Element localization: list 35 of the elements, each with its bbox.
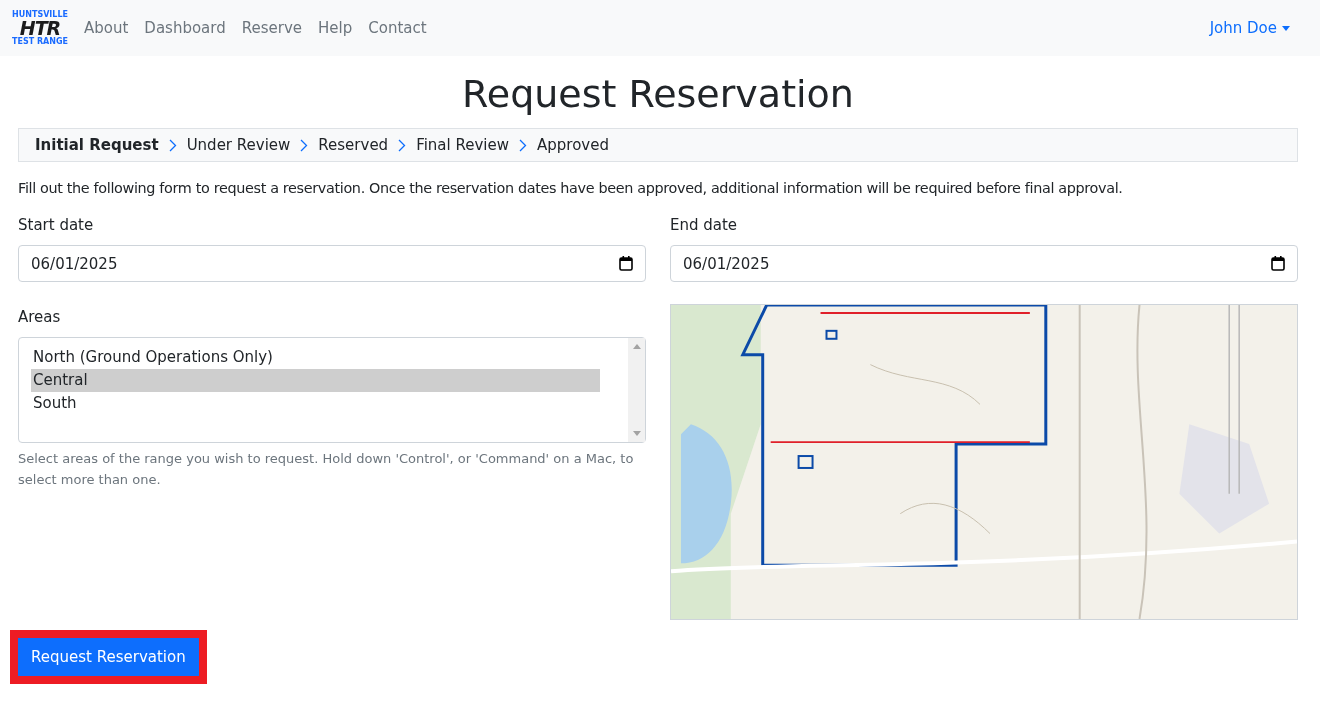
list-option[interactable]: North (Ground Operations Only) [31,346,600,369]
page-title: Request Reservation [461,72,855,116]
nav-link[interactable]: Contact [368,19,427,37]
step: Final Review [416,136,509,154]
scrollbar[interactable] [628,338,645,442]
request-reservation-button[interactable]: Request Reservation [18,638,199,676]
nav-link[interactable]: About [84,19,129,37]
areas-listbox[interactable]: North (Ground Operations Only) Central South [18,337,646,443]
scroll-up-icon[interactable] [632,344,641,349]
step: Initial Request [35,136,159,154]
calendar-icon[interactable] [1271,256,1285,271]
list-option[interactable]: Central [31,369,600,392]
nav-link[interactable]: Help [318,19,353,37]
chevron-icon [168,138,177,152]
step: Under Review [186,136,291,154]
field-label: End date [670,216,739,234]
chevron-icon [300,138,309,152]
caret-icon [1282,25,1290,31]
chevron-icon [398,138,407,152]
scroll-down-icon[interactable] [632,431,641,436]
nav-link[interactable]: Reserve [241,19,303,37]
step: Approved [537,136,609,154]
date-field[interactable]: 06/01/2025 [18,245,646,282]
field-label: Start date [18,216,95,234]
chevron-icon [519,138,527,152]
intro-text: Fill out the following form to request a reservation. Once the reservation dates have been approved, additional information will be required before final approval. [18,180,1124,196]
date-field[interactable]: 06/01/2025 [670,245,1298,282]
logo[interactable]: HUNTSVILLE HTR TEST RANGE [10,10,70,46]
list-option[interactable]: South [31,392,600,415]
step: Reserved [318,136,389,154]
field-label: Areas [18,308,62,326]
help-text: Select areas of the range you wish to request. Hold down 'Control', or 'Command' on a Mac, to select more than one. [18,450,635,489]
calendar-icon[interactable] [619,256,633,271]
nav-link[interactable]: Dashboard [144,19,226,37]
user-menu[interactable]: John Doe [1209,19,1290,37]
